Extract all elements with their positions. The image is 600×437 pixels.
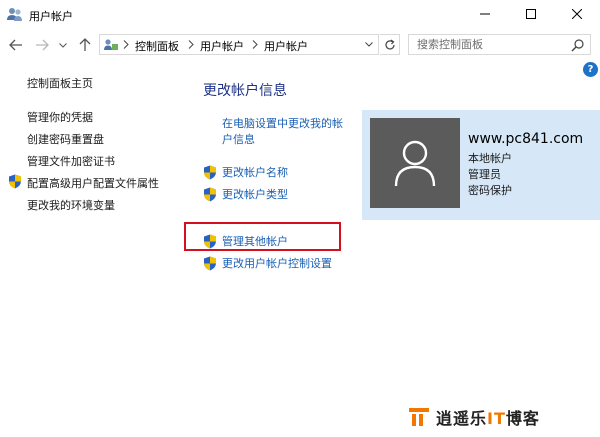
change-account-type-row[interactable]: 更改帐户类型	[203, 186, 288, 202]
breadcrumb-separator-icon	[252, 40, 258, 49]
watermark-text: 逍遥乐IT博客	[436, 405, 540, 429]
up-button[interactable]	[76, 36, 94, 54]
sidebar-item-control-panel-home[interactable]: 控制面板主页	[27, 75, 93, 91]
breadcrumb-user-accounts-current[interactable]: 用户帐户	[264, 38, 308, 54]
pc-settings-account-link[interactable]: 在电脑设置中更改我的帐户信息	[222, 116, 347, 148]
close-button[interactable]	[554, 0, 600, 28]
watermark-prefix: 逍遥乐	[436, 409, 488, 428]
manage-other-accounts-link[interactable]: 管理其他帐户	[222, 233, 288, 249]
watermark-suffix: 博客	[505, 409, 540, 428]
change-account-type-link[interactable]: 更改帐户类型	[222, 186, 288, 202]
minimize-button[interactable]	[462, 0, 508, 28]
watermark: 逍遥乐IT博客	[408, 405, 540, 429]
minimize-icon	[480, 13, 490, 15]
page-title: 更改帐户信息	[203, 83, 287, 99]
sidebar-item-encryption-certificates[interactable]: 管理文件加密证书	[27, 153, 115, 169]
control-panel-icon	[103, 37, 119, 52]
avatar	[370, 118, 460, 208]
sidebar-item-advanced-profile-properties[interactable]: 配置高级用户配置文件属性	[27, 175, 159, 191]
search-input[interactable]	[417, 37, 567, 52]
arrow-right-icon	[36, 39, 49, 51]
user-silhouette-icon	[394, 140, 436, 187]
search-box[interactable]	[408, 34, 591, 55]
breadcrumb-separator-icon	[188, 40, 194, 49]
uac-settings-row[interactable]: 更改用户帐户控制设置	[203, 255, 332, 271]
chevron-down-icon	[59, 42, 67, 48]
breadcrumb-separator-icon	[123, 40, 129, 49]
change-account-name-link[interactable]: 更改帐户名称	[222, 164, 288, 180]
change-account-name-row[interactable]: 更改帐户名称	[203, 164, 288, 180]
refresh-icon	[384, 39, 395, 49]
account-role: 管理员	[468, 168, 501, 181]
sidebar-item-manage-credentials[interactable]: 管理你的凭据	[27, 109, 93, 125]
manage-other-accounts-row[interactable]: 管理其他帐户	[203, 233, 288, 249]
change-uac-settings-link[interactable]: 更改用户帐户控制设置	[222, 255, 332, 271]
uac-shield-icon	[204, 165, 216, 179]
sidebar-item-password-reset-disk[interactable]: 创建密码重置盘	[27, 131, 104, 147]
arrow-left-icon	[9, 39, 22, 51]
search-icon[interactable]	[571, 38, 585, 52]
close-icon	[572, 9, 582, 19]
account-password-status: 密码保护	[468, 184, 512, 197]
maximize-icon	[526, 9, 536, 19]
account-name: www.pc841.com	[468, 131, 584, 147]
uac-shield-icon	[204, 256, 216, 270]
window-title: 用户帐户	[29, 10, 73, 23]
help-button[interactable]: ?	[583, 62, 598, 77]
breadcrumb-control-panel[interactable]: 控制面板	[135, 38, 179, 54]
breadcrumb-user-accounts[interactable]: 用户帐户	[200, 38, 244, 54]
refresh-button[interactable]	[380, 34, 400, 55]
chevron-down-icon	[365, 42, 373, 47]
address-dropdown-button[interactable]	[362, 36, 376, 53]
forward-button[interactable]	[33, 36, 51, 54]
users-app-icon	[6, 6, 23, 22]
account-card: www.pc841.com 本地帐户 管理员 密码保护	[362, 110, 600, 220]
back-button[interactable]	[7, 36, 25, 54]
account-type: 本地帐户	[468, 152, 512, 165]
recent-locations-button[interactable]	[56, 36, 70, 54]
address-bar[interactable]: 控制面板 用户帐户 用户帐户	[99, 34, 379, 55]
sidebar-item-environment-variables[interactable]: 更改我的环境变量	[27, 197, 115, 213]
uac-shield-icon	[204, 234, 216, 248]
maximize-button[interactable]	[508, 0, 554, 28]
watermark-it: IT	[487, 409, 506, 428]
uac-shield-icon	[9, 174, 21, 189]
it-logo-icon	[409, 408, 429, 426]
uac-shield-icon	[204, 187, 216, 201]
arrow-up-icon	[79, 38, 91, 51]
